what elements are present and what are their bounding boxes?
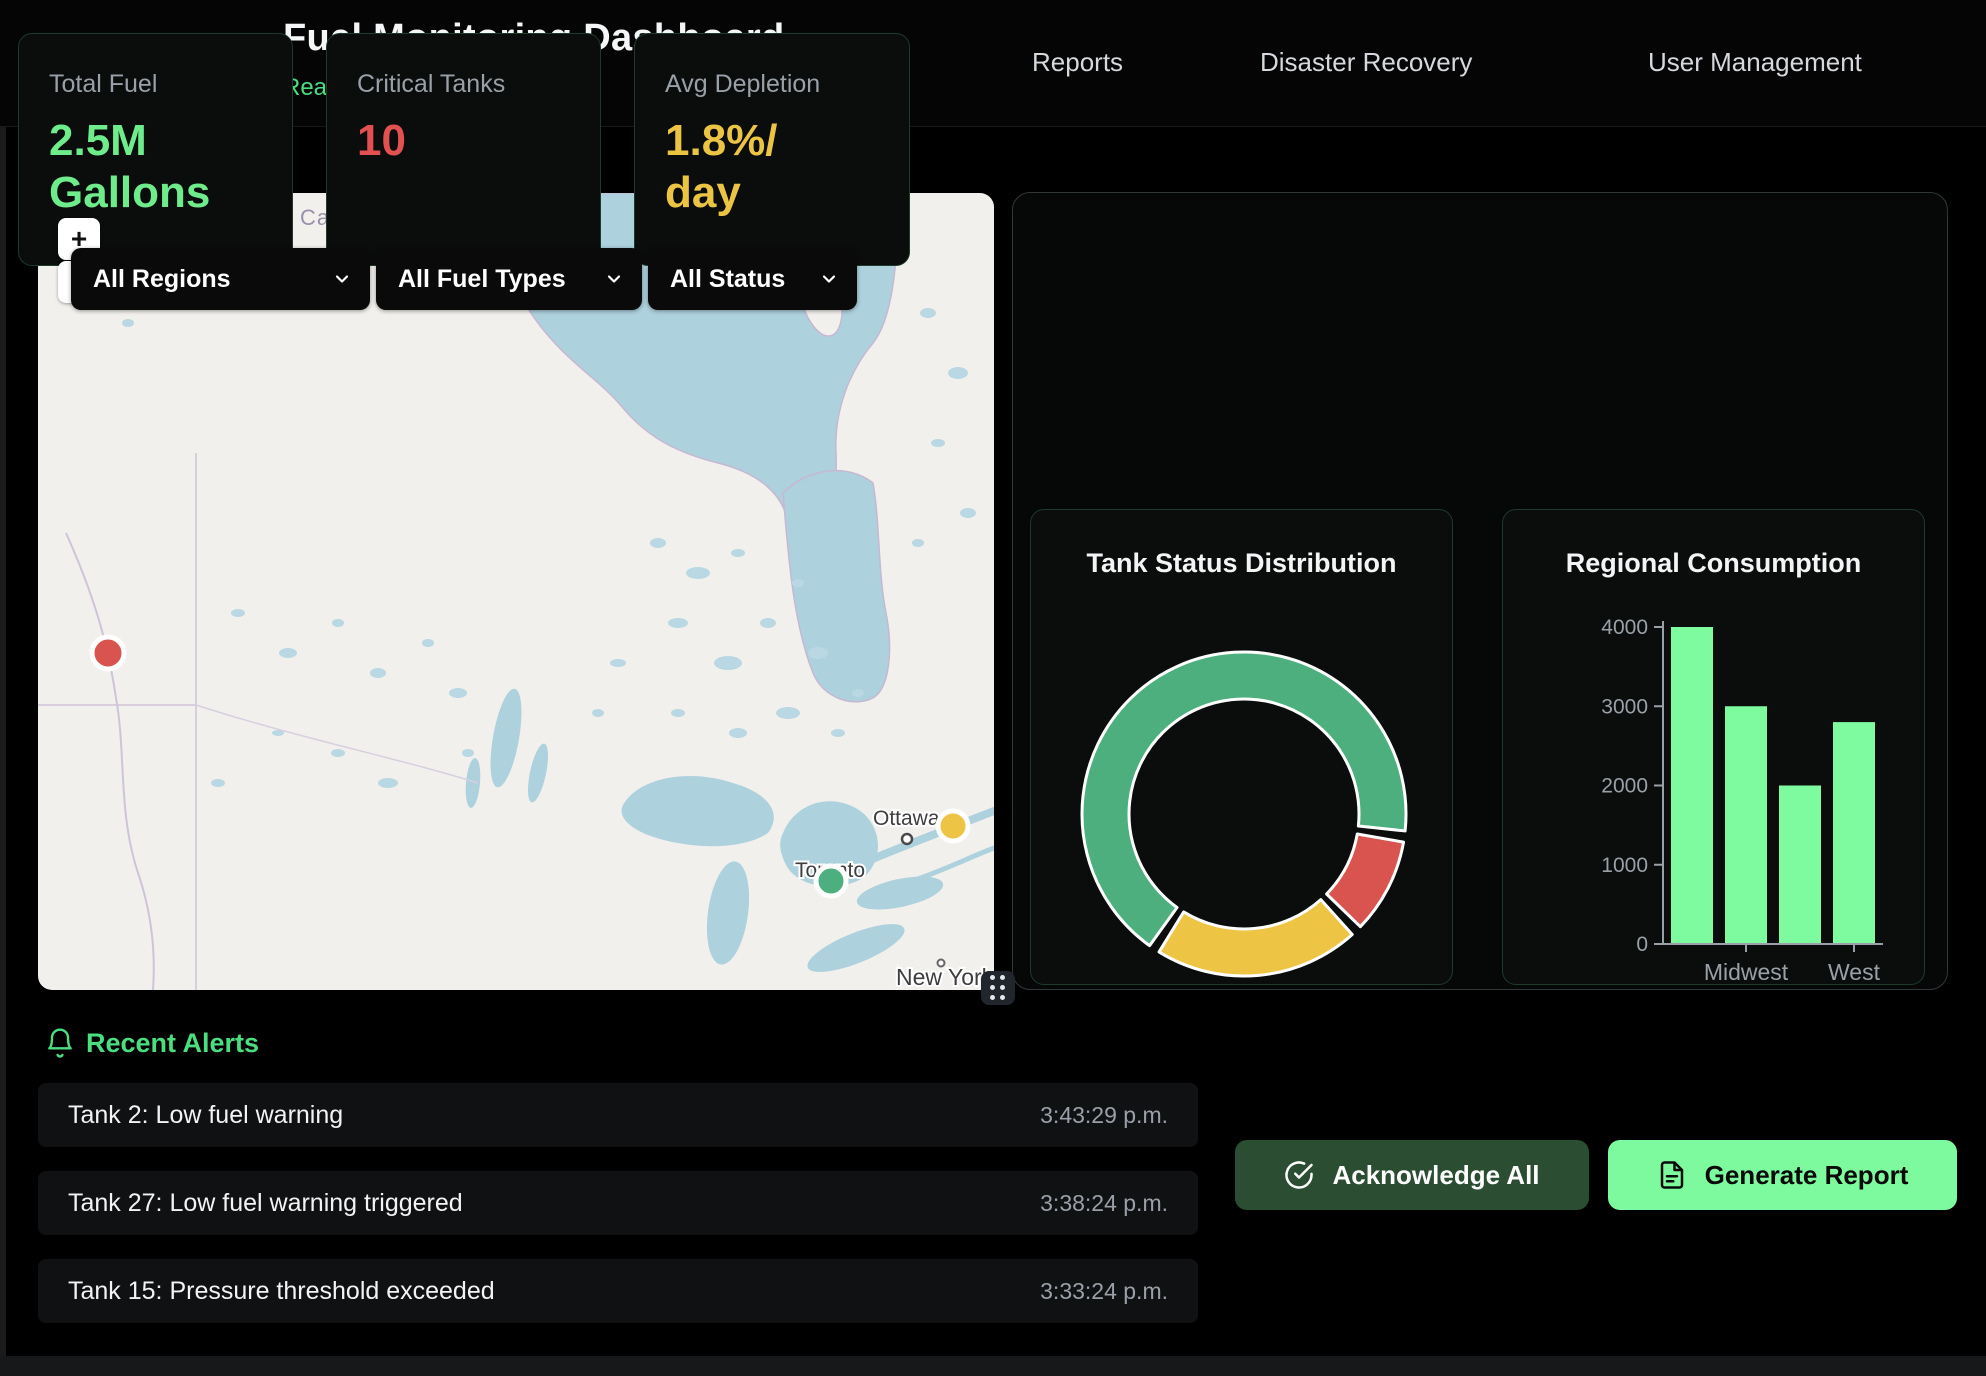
donut-segment-critical: [1327, 834, 1404, 927]
stat-value: 10: [357, 115, 570, 167]
nav-disaster-recovery[interactable]: Disaster Recovery: [1260, 47, 1472, 78]
status-filter-dropdown[interactable]: All Status: [648, 248, 857, 310]
stat-card-avg-depletion: Avg Depletion 1.8%/ day: [634, 33, 910, 266]
map-label-ottawa: Ottawa: [873, 807, 940, 830]
stat-value-line: Gallons: [49, 167, 262, 219]
generate-report-button[interactable]: Generate Report: [1608, 1140, 1957, 1210]
stat-value: 2.5M Gallons: [49, 115, 262, 219]
map-water-river: [906, 848, 994, 883]
chevron-down-icon: [819, 269, 839, 289]
alert-message: Tank 27: Low fuel warning triggered: [68, 1189, 463, 1218]
generate-report-label: Generate Report: [1705, 1160, 1909, 1191]
y-tick-label: 1000: [1601, 854, 1648, 877]
map-water-lake-winnipeg: [485, 687, 528, 790]
header: AirMatrix Fuel Monitoring Dashboard Real…: [0, 0, 1986, 127]
stat-value-line: 10: [357, 115, 570, 167]
regional-consumption-bar-chart: 0 1000 2000 3000 4000 Midwest West: [1503, 510, 1926, 986]
tank-status-chart-card: Tank Status Distribution: [1030, 509, 1453, 985]
bar-series-0: [1671, 627, 1713, 944]
map[interactable]: Canada Ottawa Toronto New York + All Reg…: [38, 193, 994, 990]
map-water-lake-superior: [622, 776, 774, 846]
alert-message: Tank 15: Pressure threshold exceeded: [68, 1277, 495, 1306]
stat-value: 1.8%/ day: [665, 115, 879, 219]
y-tick-label: 4000: [1601, 616, 1648, 639]
map-water-lake-michigan: [701, 859, 755, 968]
bar-series-2: [1779, 786, 1821, 945]
stat-label: Avg Depletion: [665, 70, 879, 99]
alert-row[interactable]: Tank 2: Low fuel warning 3:43:29 p.m.: [38, 1083, 1198, 1147]
status-filter-value: All Status: [670, 265, 785, 294]
ottawa-city-dot: [902, 834, 912, 844]
alert-timestamp: 3:38:24 p.m.: [1040, 1190, 1168, 1217]
check-circle-icon: [1284, 1160, 1314, 1190]
map-label-new-york: New York: [896, 964, 994, 990]
x-tick-label: Midwest: [1704, 959, 1789, 985]
map-marker-critical[interactable]: [92, 637, 124, 669]
alerts-section-title: Recent Alerts: [86, 1028, 259, 1059]
region-filter-dropdown[interactable]: All Regions: [71, 248, 370, 310]
y-tick-label: 3000: [1601, 695, 1648, 718]
stat-value-line: day: [665, 167, 879, 219]
map-marker-normal[interactable]: [816, 866, 846, 896]
donut-segment-warning: [1159, 900, 1352, 976]
bar-Midwest: [1725, 706, 1767, 944]
map-boundaries: [38, 453, 478, 990]
map-marker-warning[interactable]: [938, 811, 968, 841]
app-root: AirMatrix Fuel Monitoring Dashboard Real…: [0, 0, 1986, 1376]
alert-row[interactable]: Tank 15: Pressure threshold exceeded 3:3…: [38, 1259, 1198, 1323]
alert-message: Tank 2: Low fuel warning: [68, 1101, 343, 1130]
window-bottom-bar: [0, 1356, 1986, 1376]
bar-West: [1833, 722, 1875, 944]
map-resize-handle[interactable]: [981, 971, 1015, 1005]
fuel-type-filter-dropdown[interactable]: All Fuel Types: [376, 248, 642, 310]
fuel-type-filter-value: All Fuel Types: [398, 265, 566, 294]
nav-user-management[interactable]: User Management: [1648, 47, 1862, 78]
y-tick-label: 2000: [1601, 775, 1648, 798]
map-water-lake: [464, 757, 482, 808]
nav-reports[interactable]: Reports: [1032, 47, 1123, 78]
stat-card-critical-tanks: Critical Tanks 10: [326, 33, 601, 266]
map-canvas: Canada Ottawa Toronto New York: [38, 193, 994, 990]
window-edge: [0, 0, 6, 1376]
acknowledge-all-label: Acknowledge All: [1332, 1160, 1539, 1191]
stat-label: Critical Tanks: [357, 70, 570, 99]
stat-label: Total Fuel: [49, 70, 262, 99]
alert-row[interactable]: Tank 27: Low fuel warning triggered 3:38…: [38, 1171, 1198, 1235]
acknowledge-all-button[interactable]: Acknowledge All: [1235, 1140, 1589, 1210]
x-tick-label: West: [1828, 959, 1881, 985]
chevron-down-icon: [604, 269, 624, 289]
regional-consumption-chart-card: Regional Consumption 01000200030004000Mi…: [1502, 509, 1925, 985]
y-tick-label: 0: [1636, 933, 1648, 956]
map-filters: All Regions All Fuel Types All Status: [71, 248, 857, 310]
tank-status-donut-chart: [1031, 510, 1454, 986]
stat-value-line: 1.8%/: [665, 115, 879, 167]
bell-icon: [44, 1026, 76, 1060]
region-filter-value: All Regions: [93, 265, 231, 294]
stat-value-line: 2.5M: [49, 115, 262, 167]
chevron-down-icon: [332, 269, 352, 289]
map-water-lake-erie: [802, 915, 910, 982]
map-water-lake: [524, 742, 552, 804]
alert-timestamp: 3:43:29 p.m.: [1040, 1102, 1168, 1129]
document-icon: [1657, 1160, 1687, 1190]
map-water-lake-ontario: [854, 870, 946, 916]
alert-timestamp: 3:33:24 p.m.: [1040, 1278, 1168, 1305]
